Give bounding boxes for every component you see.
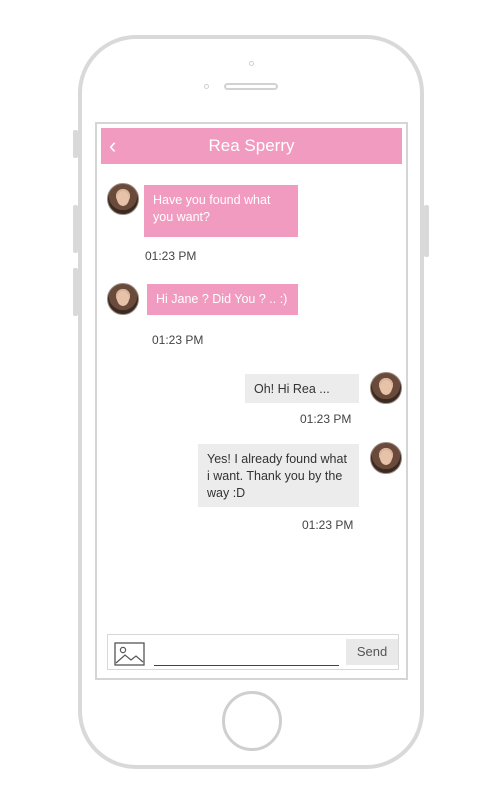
- earpiece-speaker: [224, 83, 278, 90]
- proximity-sensor: [204, 84, 209, 89]
- contact-avatar: [107, 283, 139, 315]
- message-composer: Send: [107, 634, 399, 670]
- message-timestamp: 01:23 PM: [152, 333, 204, 347]
- message-timestamp: 01:23 PM: [300, 412, 352, 426]
- incoming-message-bubble: Have you found what you want?: [144, 185, 298, 237]
- volume-down-button: [73, 268, 78, 316]
- message-text: Yes! I already found what i want. Thank …: [207, 452, 347, 500]
- message-timestamp: 01:23 PM: [145, 249, 197, 263]
- message-text: Have you found what you want?: [153, 193, 271, 224]
- message-text: Hi Jane ? Did You ? .. :): [156, 292, 288, 306]
- message-input[interactable]: [154, 643, 339, 666]
- user-avatar: [370, 442, 402, 474]
- chat-screen: ‹ Rea Sperry Have you found what you wan…: [95, 122, 408, 680]
- power-button: [424, 205, 429, 257]
- outgoing-message-bubble: Yes! I already found what i want. Thank …: [198, 444, 359, 507]
- user-avatar: [370, 372, 402, 404]
- outgoing-message-bubble: Oh! Hi Rea ...: [245, 374, 359, 403]
- contact-avatar: [107, 183, 139, 215]
- message-text: Oh! Hi Rea ...: [254, 382, 330, 396]
- home-button[interactable]: [222, 691, 282, 751]
- send-button[interactable]: Send: [346, 639, 398, 665]
- message-timestamp: 01:23 PM: [302, 518, 354, 532]
- mute-switch: [73, 130, 78, 158]
- incoming-message-bubble: Hi Jane ? Did You ? .. :): [147, 284, 298, 315]
- page-title: Rea Sperry: [208, 136, 295, 155]
- volume-up-button: [73, 205, 78, 253]
- chat-header: ‹ Rea Sperry: [101, 128, 402, 164]
- image-icon[interactable]: [114, 642, 145, 666]
- front-camera: [249, 61, 254, 66]
